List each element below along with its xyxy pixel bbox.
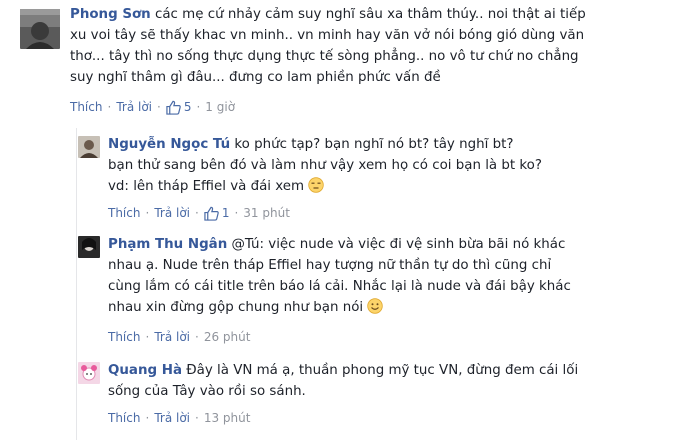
comment-line: suy nghĩ thâm gì đâu... đưng co lam phiề…	[70, 70, 441, 85]
timestamp[interactable]: 26 phút	[204, 329, 251, 345]
timestamp[interactable]: 13 phút	[204, 410, 251, 426]
comment-line: các mẹ cứ nhảy cảm suy nghĩ sâu xa thâm …	[154, 7, 586, 22]
like-button[interactable]: Thích	[108, 410, 140, 426]
comment-line: cùng lắm có cái title trên báo lá cải. N…	[108, 279, 571, 294]
reply-button[interactable]: Trả lời	[154, 410, 190, 426]
comment-text: Phạm Thu Ngân @Tú: việc nude và việc đi …	[108, 234, 571, 321]
author-name[interactable]: Quang Hà	[108, 363, 182, 378]
like-count[interactable]: 1	[204, 205, 230, 221]
comment-line: @Tú: việc nude và việc đi vệ sinh bừa bã…	[231, 237, 566, 252]
timestamp[interactable]: 31 phút	[243, 205, 290, 221]
avatar[interactable]	[20, 9, 60, 49]
like-button[interactable]: Thích	[108, 205, 140, 221]
separator-dot: ·	[195, 206, 199, 220]
avatar[interactable]	[78, 362, 100, 384]
separator-dot: ·	[195, 330, 199, 344]
author-name[interactable]: Phong Sơn	[70, 7, 151, 22]
comment-line: bạn thử sang bên đó và làm như vậy xem h…	[108, 158, 542, 173]
thumbs-up-icon	[204, 206, 219, 221]
comment-line: nhau ạ. Nude trên tháp Effiel hay tượng …	[108, 258, 552, 273]
like-button[interactable]: Thích	[70, 99, 102, 115]
smile-emoji	[367, 298, 383, 321]
comment-actions: Thích · Trả lời · 1 · 31 phút	[108, 205, 290, 221]
like-count-number: 5	[183, 100, 192, 114]
separator-dot: ·	[145, 330, 150, 344]
comment-line: Đây là VN má ạ, thuần phong mỹ tục VN, đ…	[186, 363, 579, 378]
avatar[interactable]	[78, 236, 100, 258]
separator-dot: ·	[157, 100, 161, 114]
comment-line: xu voi tây sẽ thấy khac vn minh.. vn min…	[70, 28, 585, 43]
like-count[interactable]: 5	[166, 99, 192, 115]
comment-line: vd: lên tháp Effiel và đái xem	[108, 179, 305, 194]
comment-actions: Thích · Trả lời · 13 phút	[108, 410, 250, 426]
thumbs-up-icon	[166, 100, 181, 115]
comment-line: thơ... tây thì no sống thực dụng thực tế…	[70, 49, 579, 64]
like-button[interactable]: Thích	[108, 329, 140, 345]
comment-line: sống của Tây vào rồi so sánh.	[108, 384, 306, 399]
comment-text: Nguyễn Ngọc Tú ko phức tạp? bạn nghĩ nó …	[108, 134, 542, 200]
reply-button[interactable]: Trả lời	[154, 205, 190, 221]
reply-nguyen-ngoc-tu: Nguyễn Ngọc Tú ko phức tạp? bạn nghĩ nó …	[0, 128, 690, 224]
reply-pham-thu-ngan: Phạm Thu Ngân @Tú: việc nude và việc đi …	[0, 228, 690, 346]
reply-button[interactable]: Trả lời	[116, 99, 152, 115]
reply-button[interactable]: Trả lời	[154, 329, 190, 345]
comment-actions: Thích · Trả lời · 26 phút	[108, 329, 250, 345]
unamused-face-emoji	[308, 177, 324, 200]
comment-actions: Thích · Trả lời · 5 · 1 giờ	[70, 99, 235, 115]
comment-text: Phong Sơn các mẹ cứ nhảy cảm suy nghĩ sâ…	[70, 4, 586, 88]
author-name[interactable]: Nguyễn Ngọc Tú	[108, 137, 230, 152]
comment-line: nhau xin đừng gộp chung như bạn nói	[108, 300, 364, 315]
separator-dot: ·	[234, 206, 239, 220]
comment-phong-son: Phong Sơn các mẹ cứ nhảy cảm suy nghĩ sâ…	[0, 0, 690, 128]
separator-dot: ·	[195, 411, 199, 425]
timestamp[interactable]: 1 giờ	[205, 99, 235, 115]
separator-dot: ·	[145, 206, 150, 220]
comment-line: ko phức tạp? bạn nghĩ nó bt? tây nghĩ bt…	[234, 137, 514, 152]
comment-text: Quang Hà Đây là VN má ạ, thuần phong mỹ …	[108, 360, 578, 402]
author-name[interactable]: Phạm Thu Ngân	[108, 237, 227, 252]
separator-dot: ·	[145, 411, 150, 425]
separator-dot: ·	[196, 100, 201, 114]
reply-quang-ha: Quang Hà Đây là VN má ạ, thuần phong mỹ …	[0, 354, 690, 440]
like-count-number: 1	[221, 206, 230, 220]
separator-dot: ·	[107, 100, 112, 114]
avatar[interactable]	[78, 136, 100, 158]
